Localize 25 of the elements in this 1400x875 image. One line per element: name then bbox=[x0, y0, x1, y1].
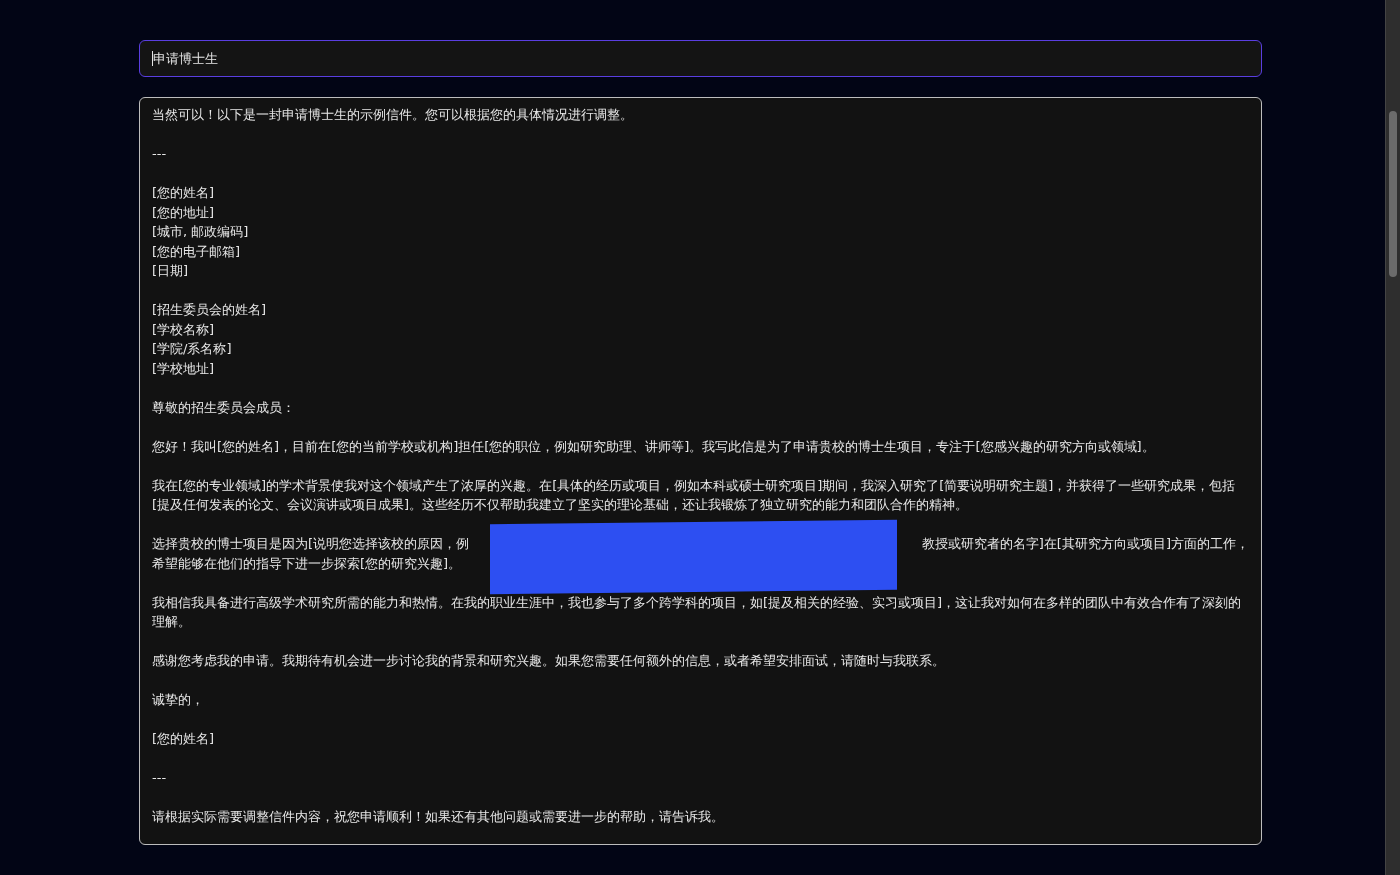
scrollbar-thumb[interactable] bbox=[1389, 111, 1397, 277]
letter-text: --- bbox=[152, 769, 168, 787]
letter-text: [城市, 邮政编码] bbox=[152, 223, 250, 241]
letter-text: 我相信我具备进行高级学术研究所需的能力和热情。在我的职业生涯中，我也参与了多个跨学科的项目，如[提及相关的经验、实习或项目]，这让我对如何在多样的团队中有效合作有了深刻的理解。 bbox=[152, 593, 1243, 631]
letter-text: [学院/系名称] bbox=[152, 340, 233, 358]
letter-text: 当然可以！以下是一封申请博士生的示例信件。您可以根据您的具体情况进行调整。 bbox=[152, 106, 634, 124]
letter-text: 教授或研究者的名字]在[其研究方向或项目]方面的工作， bbox=[921, 535, 1249, 553]
letter-text: 感谢您考虑我的申请。我期待有机会进一步讨论我的背景和研究兴趣。如果您需要任何额外的信息，或者希望安排面试，请随时与我联系。 bbox=[152, 652, 946, 670]
letter-text: [您的电子邮箱] bbox=[152, 242, 242, 261]
letter-text: [您的地址] bbox=[152, 203, 216, 222]
prompt-input-field[interactable]: 申请博士生 bbox=[139, 40, 1262, 77]
letter-text: 我在[您的专业领域]的学术背景使我对这个领域产生了浓厚的兴趣。在[具体的经历或项目，例如本科或硕士研究项目]期间，我深入研究了[简要说明研究主题]，并获得了一些研究成果，包括[提及任何发表的论文、会议演讲或项目成果]。这些经历不仅帮助我建立了坚实的理论基础，还让我锻炼了独立研究的能力和团队合作的精神。 bbox=[152, 476, 1237, 514]
letter-text: 诚挚的， bbox=[152, 691, 205, 709]
letter-text: 选择贵校的博士项目是因为[说明您选择该校的原因，例 bbox=[152, 535, 470, 553]
letter-text: 请根据实际需要调整信件内容，祝您申请顺利！如果还有其他问题或需要进一步的帮助，请告诉我。 bbox=[152, 808, 725, 826]
letter-text: --- bbox=[152, 145, 168, 163]
letter-text: 希望能够在他们的指导下进一步探索[您的研究兴趣]。 bbox=[152, 554, 463, 573]
letter-text: [学校地址] bbox=[152, 359, 216, 378]
letter-text: 尊敬的招生委员会成员： bbox=[152, 398, 296, 417]
letter-text: [学校名称] bbox=[152, 320, 216, 339]
letter-text: [您的姓名] bbox=[152, 184, 216, 202]
letter-text: 您好！我叫[您的姓名]，目前在[您的当前学校或机构]担任[您的职位，例如研究助理、讲师等]。我写此信是为了申请贵校的博士生项目，专注于[您感兴趣的研究方向或领域]。 bbox=[152, 437, 1156, 456]
letter-text: [日期] bbox=[152, 262, 190, 280]
letter-text: [您的姓名] bbox=[152, 730, 216, 748]
letter-text: [招生委员会的姓名] bbox=[152, 301, 268, 319]
